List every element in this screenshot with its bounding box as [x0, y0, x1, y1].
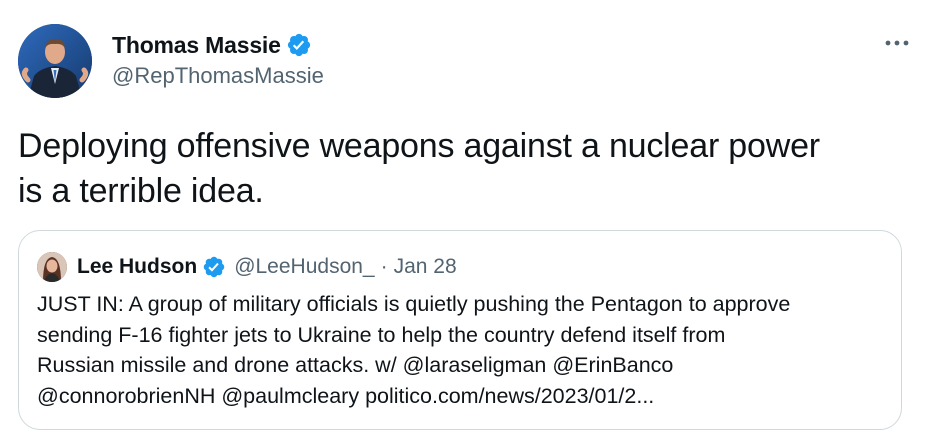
tweet-text: Deploying offensive weapons against a nu…	[18, 124, 918, 214]
avatar-photo	[18, 24, 92, 98]
quoted-text-line: JUST IN: A group of military officials i…	[37, 292, 791, 316]
author-display-name[interactable]: Thomas Massie	[112, 32, 281, 59]
tweet-text-line: Deploying offensive weapons against a nu…	[18, 127, 820, 165]
quoted-text-line: Russian missile and drone attacks. w/ @l…	[37, 353, 674, 377]
author-avatar[interactable]	[18, 24, 92, 98]
verified-badge-icon	[286, 32, 312, 58]
separator-dot: ·	[380, 255, 388, 278]
quoted-tweet[interactable]: Lee Hudson @LeeHudson_ · Jan 28 JUST IN:…	[18, 230, 902, 430]
author-handle[interactable]: @RepThomasMassie	[112, 63, 324, 89]
author-name-row: Thomas Massie	[112, 30, 312, 60]
quoted-author-avatar	[37, 252, 67, 282]
verified-badge-icon	[202, 255, 226, 279]
quoted-tweet-date[interactable]: Jan 28	[394, 255, 457, 279]
quoted-tweet-text: JUST IN: A group of military officials i…	[37, 289, 889, 411]
tweet[interactable]: Thomas Massie @RepThomasMassie Deploying…	[0, 0, 936, 446]
tweet-text-line: is a terrible idea.	[18, 172, 264, 210]
quoted-tweet-header: Lee Hudson @LeeHudson_ · Jan 28	[37, 251, 457, 283]
quoted-author-display-name[interactable]: Lee Hudson	[77, 255, 197, 279]
quoted-text-line: sending F-16 fighter jets to Ukraine to …	[37, 322, 726, 347]
quoted-author-handle[interactable]: @LeeHudson_	[234, 255, 374, 279]
quoted-text-line: @connorobrienNH @paulmcleary politico.co…	[37, 383, 655, 408]
more-options-icon[interactable]	[882, 30, 912, 56]
